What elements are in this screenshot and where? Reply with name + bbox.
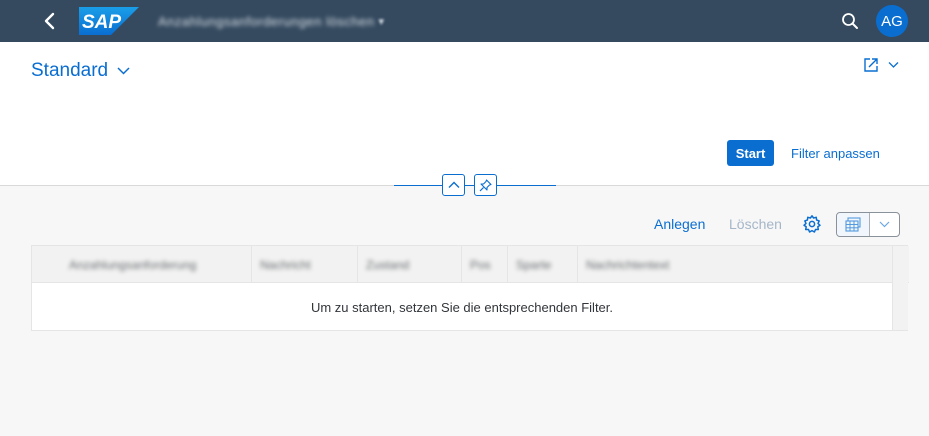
chevron-down-icon [117, 67, 130, 75]
variant-selector[interactable]: Standard [31, 60, 130, 82]
filter-header: Standard Start Filter anpassen [0, 42, 929, 186]
logo-text: SAP [82, 12, 121, 33]
settings-icon[interactable] [802, 214, 822, 234]
column-header[interactable]: Anzahlungsanforderung [32, 246, 252, 283]
avatar[interactable]: AG [876, 5, 908, 37]
variant-label: Standard [31, 60, 109, 81]
back-icon[interactable] [38, 9, 62, 33]
avatar-initials: AG [881, 12, 903, 30]
create-button[interactable]: Anlegen [654, 213, 705, 235]
delete-button[interactable]: Löschen [729, 213, 782, 235]
vertical-scrollbar[interactable] [892, 246, 908, 330]
column-header[interactable]: Nachricht [252, 246, 358, 283]
shell-bar: SAP Anzahlungsanforderungen löschen ▾ AG [0, 0, 929, 42]
column-header[interactable]: Nachrichtentext [578, 246, 892, 283]
app-title-text: Anzahlungsanforderungen löschen [158, 13, 375, 29]
table-header: Anzahlungsanforderung Nachricht Zustand … [32, 246, 909, 283]
search-icon[interactable] [838, 9, 862, 33]
share-icon [864, 58, 878, 72]
sap-logo[interactable]: SAP [79, 7, 139, 35]
column-header[interactable]: Sparte [508, 246, 578, 283]
column-header[interactable]: Zustand [358, 246, 462, 283]
collapse-header-button[interactable] [442, 174, 465, 196]
column-header[interactable]: Pos [462, 246, 508, 283]
collapse-icon [448, 181, 459, 188]
share-button[interactable] [862, 56, 899, 74]
pin-icon [479, 178, 492, 191]
chevron-down-icon: ▾ [378, 15, 384, 28]
pin-header-button[interactable] [474, 174, 497, 196]
table-view-button[interactable] [837, 213, 870, 236]
chevron-down-icon [888, 62, 899, 68]
chevron-down-icon [879, 221, 890, 228]
table-view-icon [845, 217, 861, 232]
view-switch [836, 212, 900, 237]
adapt-filters-button[interactable]: Filter anpassen [784, 140, 887, 166]
empty-state-text: Um zu starten, setzen Sie die entspreche… [310, 299, 614, 315]
results-table: Anzahlungsanforderung Nachricht Zustand … [31, 245, 909, 331]
app-title[interactable]: Anzahlungsanforderungen löschen ▾ [158, 12, 384, 30]
start-button[interactable]: Start [727, 140, 774, 166]
view-dropdown-button[interactable] [870, 213, 899, 236]
